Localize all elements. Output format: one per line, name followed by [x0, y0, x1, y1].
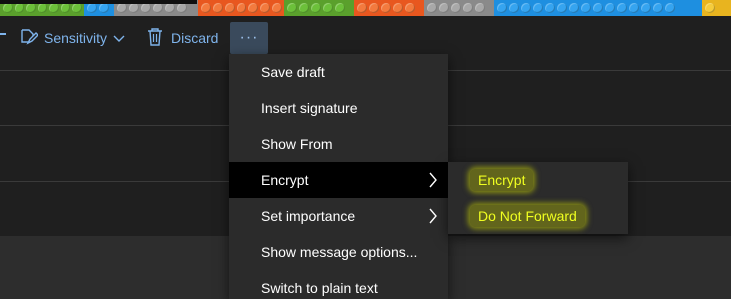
chevron-right-icon — [428, 172, 438, 191]
submenu-item-label: Do Not Forward — [470, 205, 585, 227]
theme-banner — [0, 0, 731, 16]
menu-item-switch-to-plain-text[interactable]: Switch to plain text — [229, 270, 448, 299]
chevron-right-icon — [428, 208, 438, 227]
menu-item-encrypt[interactable]: Encrypt — [229, 162, 448, 198]
menu-item-label: Show message options... — [261, 244, 418, 260]
more-options-button[interactable]: ··· — [230, 22, 268, 54]
theme-brick — [198, 0, 284, 16]
menu-item-label: Save draft — [261, 64, 325, 80]
discard-button[interactable]: Discard — [147, 22, 218, 54]
chevron-down-icon — [113, 30, 131, 46]
sensitivity-label: Sensitivity — [44, 30, 108, 46]
menu-item-label: Set importance — [261, 208, 356, 224]
trash-icon — [147, 27, 171, 49]
toolbar-edge-fragment — [0, 33, 6, 35]
menu-item-show-from[interactable]: Show From — [229, 126, 448, 162]
menu-item-label: Show From — [261, 136, 333, 152]
menu-item-save-draft[interactable]: Save draft — [229, 54, 448, 90]
theme-brick — [284, 0, 354, 16]
menu-item-label: Switch to plain text — [261, 280, 378, 296]
menu-item-set-importance[interactable]: Set importance — [229, 198, 448, 234]
sensitivity-icon — [20, 28, 44, 49]
encrypt-submenu: Encrypt Do Not Forward — [448, 162, 628, 234]
menu-item-label: Encrypt — [261, 172, 309, 188]
submenu-item-label: Encrypt — [470, 169, 534, 191]
sensitivity-button[interactable]: Sensitivity — [20, 22, 131, 54]
menu-item-insert-signature[interactable]: Insert signature — [229, 90, 448, 126]
discard-label: Discard — [171, 30, 219, 46]
submenu-item-encrypt[interactable]: Encrypt — [448, 162, 628, 198]
more-options-menu: Save draft Insert signature Show From En… — [229, 54, 448, 299]
theme-brick — [354, 0, 424, 16]
theme-brick — [702, 0, 731, 16]
menu-item-label: Insert signature — [261, 100, 358, 116]
theme-brick — [494, 0, 702, 16]
theme-shadow — [0, 0, 197, 4]
submenu-item-do-not-forward[interactable]: Do Not Forward — [448, 198, 628, 234]
theme-brick — [424, 0, 494, 16]
menu-item-show-message-options[interactable]: Show message options... — [229, 234, 448, 270]
